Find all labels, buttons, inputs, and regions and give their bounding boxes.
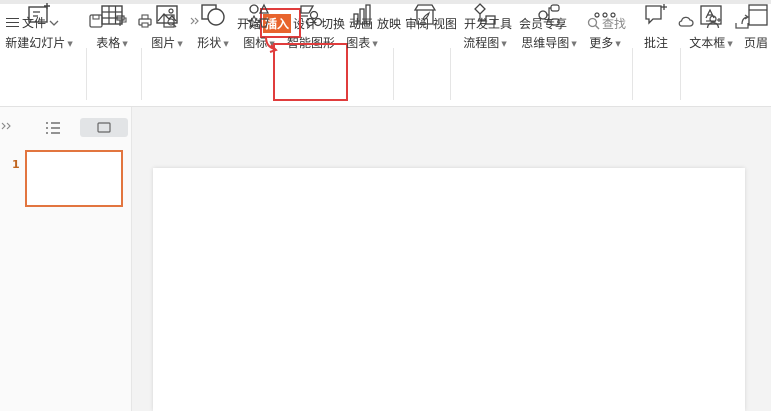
comment-button[interactable]: 批注 [639, 2, 673, 60]
chart-button[interactable]: 图表 ▼ [344, 2, 380, 60]
table-icon [101, 5, 123, 25]
slide-view-icon [97, 122, 111, 133]
material-button[interactable] [408, 2, 442, 60]
header-icon [747, 4, 768, 26]
shapes-button[interactable]: 形状 ▼ [194, 2, 232, 60]
caret-icon: ▼ [122, 39, 128, 48]
picture-button[interactable]: 图片 ▼ [148, 2, 186, 60]
caret-icon: ▼ [67, 39, 73, 48]
caret-icon: ▼ [372, 39, 378, 48]
caret-icon: ▼ [223, 39, 229, 48]
ribbon-divider [632, 48, 633, 100]
icons-icon [246, 3, 270, 28]
picture-icon [156, 5, 178, 24]
textbox-label: 文本框 [689, 36, 726, 50]
shapes-icon [201, 4, 225, 26]
ribbon-divider [86, 48, 87, 100]
flowchart-label: 流程图 [463, 36, 500, 50]
header-label: 页眉 [744, 36, 769, 50]
ribbon-divider [393, 48, 394, 100]
mindmap-label: 思维导图 [521, 36, 570, 50]
smart-graphic-icon [300, 5, 323, 27]
flowchart-button[interactable]: 流程图 ▼ [460, 2, 510, 60]
comment-label: 批注 [643, 36, 668, 50]
picture-label: 图片 [151, 36, 176, 50]
textbox-button[interactable]: 文本框 ▼ [686, 2, 736, 60]
mindmap-icon [538, 4, 560, 26]
new-slide-icon [28, 3, 50, 23]
chart-icon [353, 4, 371, 25]
ribbon-divider [450, 48, 451, 100]
textbox-icon [700, 5, 722, 25]
more-button[interactable]: 更多 ▼ [586, 2, 624, 60]
new-slide-button[interactable]: 新建幻灯片 ▼ [3, 2, 75, 60]
slide-number: 1 [12, 158, 20, 171]
caret-icon: ▼ [571, 39, 577, 48]
outline-view-icon[interactable] [45, 121, 61, 135]
ribbon-divider [141, 48, 142, 100]
shapes-label: 形状 [197, 36, 222, 50]
slide-thumbnail[interactable] [25, 150, 123, 207]
more-icon [594, 12, 616, 18]
chart-label: 图表 [346, 36, 371, 50]
caret-icon: ▼ [501, 39, 507, 48]
slide-canvas[interactable] [153, 168, 745, 411]
ribbon-divider [680, 48, 681, 100]
material-icon [413, 4, 437, 25]
mindmap-button[interactable]: 思维导图 ▼ [516, 2, 582, 60]
thumbnail-view-tab[interactable] [80, 118, 128, 137]
caret-icon: ▼ [727, 39, 733, 48]
table-button[interactable]: 表格 ▼ [93, 2, 131, 60]
smart-graphic-highlight [273, 43, 348, 101]
comment-icon [645, 4, 667, 25]
collapse-panel-icon[interactable] [0, 120, 14, 132]
more-label: 更多 [589, 36, 614, 50]
annotation-arrow [265, 36, 278, 53]
table-label: 表格 [96, 36, 121, 50]
new-slide-label: 新建幻灯片 [5, 36, 66, 50]
flowchart-icon [474, 3, 496, 25]
caret-icon: ▼ [615, 39, 621, 48]
header-footer-button[interactable]: 页眉 [742, 2, 771, 60]
tab-slideshow[interactable]: 放映 [377, 15, 401, 32]
caret-icon: ▼ [177, 39, 183, 48]
